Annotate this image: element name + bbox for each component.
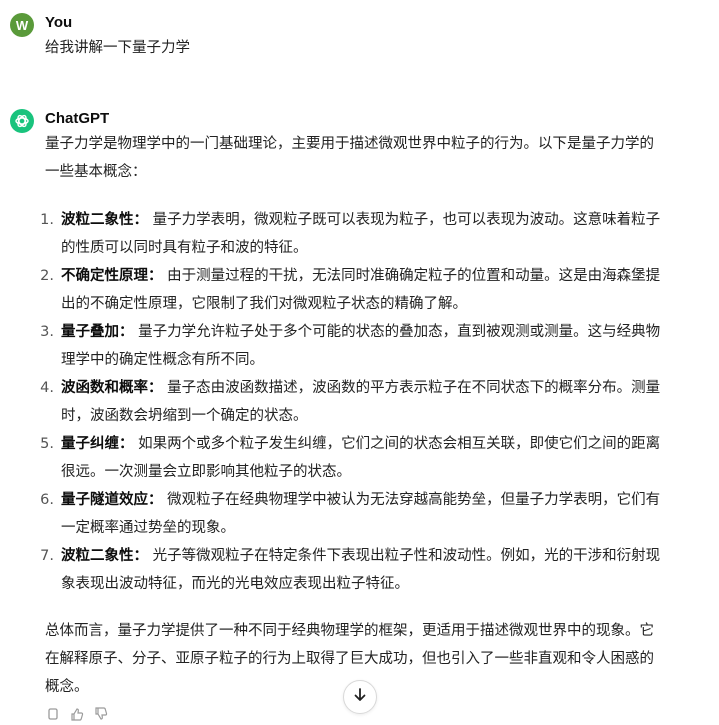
- list-item-body: 波粒二象性： 光子等微观粒子在特定条件下表现出粒子性和波动性。例如，光的干涉和衍…: [61, 542, 668, 598]
- list-item-body: 不确定性原理： 由于测量过程的干扰，无法同时准确确定粒子的位置和动量。这是由海森…: [61, 262, 668, 318]
- concept-list-item: 3. 量子叠加： 量子力学允许粒子处于多个可能的状态的叠加态，直到被观测或测量。这…: [32, 318, 668, 374]
- user-avatar-letter: W: [15, 17, 29, 33]
- list-item-term: 不确定性原理：: [61, 268, 163, 284]
- list-item-number: 4.: [40, 380, 54, 396]
- list-item-body: 波粒二象性： 量子力学表明，微观粒子既可以表现为粒子，也可以表现为波动。这意味着…: [61, 206, 668, 262]
- list-item-term: 量子隧道效应：: [61, 492, 163, 508]
- concept-list-item: 6. 量子隧道效应： 微观粒子在经典物理学中被认为无法穿越高能势垒，但量子力学表明…: [32, 486, 668, 542]
- list-item-number: 7.: [40, 548, 54, 564]
- thumbs-up-icon[interactable]: [70, 706, 84, 721]
- concept-list-item: 5. 量子纠缠： 如果两个或多个粒子发生纠缠，它们之间的状态会相互关联，即使它们之…: [32, 430, 668, 486]
- concept-list-item: 2. 不确定性原理： 由于测量过程的干扰，无法同时准确确定粒子的位置和动量。这是由…: [32, 262, 668, 318]
- assistant-intro: 量子力学是物理学中的一门基础理论，主要用于描述微观世界中粒子的行为。以下是量子力…: [45, 136, 654, 180]
- list-item-text: 量子力学允许粒子处于多个可能的状态的叠加态，直到被观测或测量。这与经典物理学中的…: [61, 324, 661, 368]
- list-item-text: 量子力学表明，微观粒子既可以表现为粒子，也可以表现为波动。这意味着粒子的性质可以…: [61, 212, 661, 256]
- list-item-body: 量子纠缠： 如果两个或多个粒子发生纠缠，它们之间的状态会相互关联，即使它们之间的…: [61, 430, 668, 486]
- list-item-term: 波粒二象性：: [61, 212, 148, 228]
- list-item-term: 量子纠缠：: [61, 436, 134, 452]
- user-avatar: W: [10, 13, 34, 37]
- list-item-text: 光子等微观粒子在特定条件下表现出粒子性和波动性。例如，光的干涉和衍射现象表现出波…: [61, 548, 661, 592]
- list-item-body: 量子叠加： 量子力学允许粒子处于多个可能的状态的叠加态，直到被观测或测量。这与经…: [61, 318, 668, 374]
- list-item-text: 如果两个或多个粒子发生纠缠，它们之间的状态会相互关联，即使它们之间的距离很远。一…: [61, 436, 661, 480]
- scroll-to-bottom-button[interactable]: [343, 680, 377, 714]
- list-item-number: 5.: [40, 436, 54, 452]
- openai-logo-icon: [10, 109, 34, 133]
- concept-list-item: 7. 波粒二象性： 光子等微观粒子在特定条件下表现出粒子性和波动性。例如，光的干涉…: [32, 542, 668, 598]
- user-message: W You 给我讲解一下量子力学: [10, 12, 709, 62]
- assistant-name: ChatGPT: [45, 110, 110, 127]
- list-item-term: 波函数和概率：: [61, 380, 163, 396]
- concept-list-item: 4. 波函数和概率： 量子态由波函数描述，波函数的平方表示粒子在不同状态下的概率分…: [32, 374, 668, 430]
- list-item-body: 量子隧道效应： 微观粒子在经典物理学中被认为无法穿越高能势垒，但量子力学表明，它…: [61, 486, 668, 542]
- list-item-number: 2.: [40, 268, 54, 284]
- copy-icon[interactable]: [46, 706, 60, 720]
- concept-list-item: 1. 波粒二象性： 量子力学表明，微观粒子既可以表现为粒子，也可以表现为波动。这意…: [32, 206, 668, 262]
- arrow-down-icon: [352, 687, 368, 707]
- list-item-body: 波函数和概率： 量子态由波函数描述，波函数的平方表示粒子在不同状态下的概率分布。…: [61, 374, 668, 430]
- thumbs-down-icon[interactable]: [94, 706, 108, 720]
- concept-list: 1. 波粒二象性： 量子力学表明，微观粒子既可以表现为粒子，也可以表现为波动。这意…: [32, 206, 668, 598]
- list-item-number: 1.: [40, 212, 54, 228]
- message-actions: [46, 706, 108, 721]
- list-item-term: 量子叠加：: [61, 324, 134, 340]
- user-message-text: 给我讲解一下量子力学: [45, 40, 190, 56]
- list-item-term: 波粒二象性：: [61, 548, 148, 564]
- list-item-number: 3.: [40, 324, 54, 340]
- list-item-number: 6.: [40, 492, 54, 508]
- user-name: You: [45, 14, 73, 31]
